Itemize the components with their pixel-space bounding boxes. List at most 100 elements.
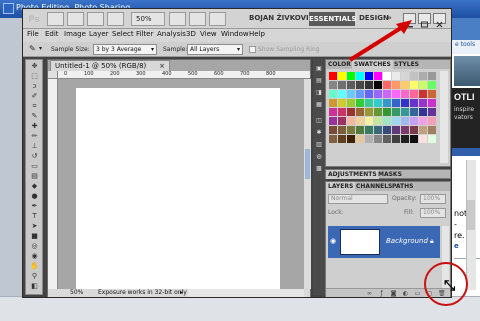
color-swatch[interactable] xyxy=(419,117,427,125)
color-swatch[interactable] xyxy=(419,108,427,116)
shape-tool-icon[interactable]: ■ xyxy=(29,232,40,240)
color-swatch[interactable] xyxy=(410,81,418,89)
menu-image[interactable]: Image xyxy=(64,30,86,38)
document-vertical-scrollbar[interactable] xyxy=(304,79,311,289)
menu-analysis[interactable]: Analysis xyxy=(157,30,186,38)
color-swatch[interactable] xyxy=(410,126,418,134)
color-swatch[interactable] xyxy=(365,81,373,89)
color-swatch[interactable] xyxy=(410,108,418,116)
color-swatch[interactable] xyxy=(329,99,337,107)
color-swatch[interactable] xyxy=(383,126,391,134)
color-swatch[interactable] xyxy=(401,126,409,134)
color-swatch[interactable] xyxy=(347,117,355,125)
color-swatch[interactable] xyxy=(338,81,346,89)
zoom-level-select[interactable]: 50% xyxy=(131,12,165,26)
background-scroll-thumb[interactable] xyxy=(467,200,475,230)
color-swatch[interactable] xyxy=(365,117,373,125)
color-swatch[interactable] xyxy=(392,90,400,98)
color-swatch[interactable] xyxy=(356,90,364,98)
color-swatch[interactable] xyxy=(374,90,382,98)
color-swatch[interactable] xyxy=(356,81,364,89)
color-swatch[interactable] xyxy=(383,108,391,116)
color-swatch[interactable] xyxy=(428,126,436,134)
color-swatch[interactable] xyxy=(347,135,355,143)
launch-mini-bridge-button[interactable] xyxy=(67,12,84,26)
document-close-icon[interactable]: × xyxy=(159,61,165,71)
color-swatch[interactable] xyxy=(347,90,355,98)
color-swatch[interactable] xyxy=(392,108,400,116)
color-swatch[interactable] xyxy=(401,72,409,80)
hand-tool-icon[interactable]: ✋ xyxy=(29,262,40,270)
arrange-documents-button[interactable] xyxy=(107,12,124,26)
color-swatch[interactable] xyxy=(428,72,436,80)
history-brush-tool-icon[interactable]: ↺ xyxy=(29,152,40,160)
status-menu-arrow-icon[interactable]: ▸ xyxy=(180,289,183,297)
color-swatch[interactable] xyxy=(428,135,436,143)
color-swatch[interactable] xyxy=(401,99,409,107)
layer-style-icon[interactable]: ƒ xyxy=(378,290,385,297)
close-button[interactable] xyxy=(433,13,446,28)
tool-preset-chevron-icon[interactable]: ▾ xyxy=(39,45,42,52)
background-tools-link[interactable]: e tools xyxy=(455,41,475,48)
menu-3d[interactable]: 3D xyxy=(186,30,196,38)
tab-color[interactable]: COLOR xyxy=(326,60,353,69)
color-swatch[interactable] xyxy=(365,108,373,116)
view-extras-button[interactable] xyxy=(87,12,104,26)
tab-channels[interactable]: CHANNELS xyxy=(354,182,394,191)
color-swatch[interactable] xyxy=(356,72,364,80)
panel-icon[interactable]: ✱ xyxy=(315,129,323,136)
eyedropper-icon[interactable]: ✎ xyxy=(29,44,36,53)
color-swatch[interactable] xyxy=(347,99,355,107)
color-swatch[interactable] xyxy=(374,108,382,116)
type-tool-icon[interactable]: T xyxy=(29,212,40,220)
color-swatch[interactable] xyxy=(383,135,391,143)
color-swatch[interactable] xyxy=(374,117,382,125)
panel-icon[interactable]: ▤ xyxy=(315,77,323,84)
more-workspaces-icon[interactable]: » xyxy=(387,13,392,22)
color-swatch[interactable] xyxy=(401,108,409,116)
color-swatch[interactable] xyxy=(419,72,427,80)
tab-swatches[interactable]: SWATCHES xyxy=(352,60,393,69)
adjustment-layer-icon[interactable]: ◐ xyxy=(402,290,409,297)
menu-select[interactable]: Select xyxy=(112,30,134,38)
workspace-design-button[interactable]: DESIGN xyxy=(359,14,389,22)
color-swatch[interactable] xyxy=(410,72,418,80)
color-swatches-icon[interactable]: ◧ xyxy=(29,282,40,290)
color-swatch[interactable] xyxy=(374,126,382,134)
color-swatch[interactable] xyxy=(329,81,337,89)
color-swatch[interactable] xyxy=(356,108,364,116)
hand-tool-button[interactable] xyxy=(169,12,186,26)
fill-input[interactable]: 100% xyxy=(420,208,446,218)
color-swatch[interactable] xyxy=(392,99,400,107)
menu-view[interactable]: View xyxy=(200,30,217,38)
color-swatch[interactable] xyxy=(428,108,436,116)
color-swatch[interactable] xyxy=(356,117,364,125)
color-swatch[interactable] xyxy=(365,126,373,134)
clone-stamp-tool-icon[interactable]: ⊥ xyxy=(29,142,40,150)
add-mask-icon[interactable]: ◙ xyxy=(390,290,397,297)
panel-icon[interactable]: ◍ xyxy=(315,153,323,160)
color-swatch[interactable] xyxy=(356,126,364,134)
brush-tool-icon[interactable]: ✏ xyxy=(29,132,40,140)
minimize-button[interactable] xyxy=(403,13,416,28)
color-swatch[interactable] xyxy=(401,81,409,89)
healing-brush-tool-icon[interactable]: ✚ xyxy=(29,122,40,130)
document-horizontal-scrollbar[interactable] xyxy=(188,289,304,297)
color-swatch[interactable] xyxy=(428,117,436,125)
panel-icon[interactable]: ▩ xyxy=(315,165,323,172)
color-swatch[interactable] xyxy=(410,135,418,143)
color-swatch[interactable] xyxy=(419,90,427,98)
color-swatch[interactable] xyxy=(374,135,382,143)
3d-orbit-tool-icon[interactable]: ◉ xyxy=(29,252,40,260)
tab-layers[interactable]: LAYERS xyxy=(326,182,356,191)
color-swatch[interactable] xyxy=(392,126,400,134)
new-layer-icon[interactable]: ▢ xyxy=(426,290,433,297)
swatches-scrollbar[interactable] xyxy=(440,71,448,163)
zoom-tool-icon[interactable]: ⚲ xyxy=(29,272,40,280)
color-swatch[interactable] xyxy=(338,108,346,116)
color-swatch[interactable] xyxy=(338,90,346,98)
color-swatch[interactable] xyxy=(419,81,427,89)
color-swatch[interactable] xyxy=(338,99,346,107)
lasso-tool-icon[interactable]: ↄ xyxy=(29,82,40,90)
rotate-view-button[interactable] xyxy=(209,12,226,26)
